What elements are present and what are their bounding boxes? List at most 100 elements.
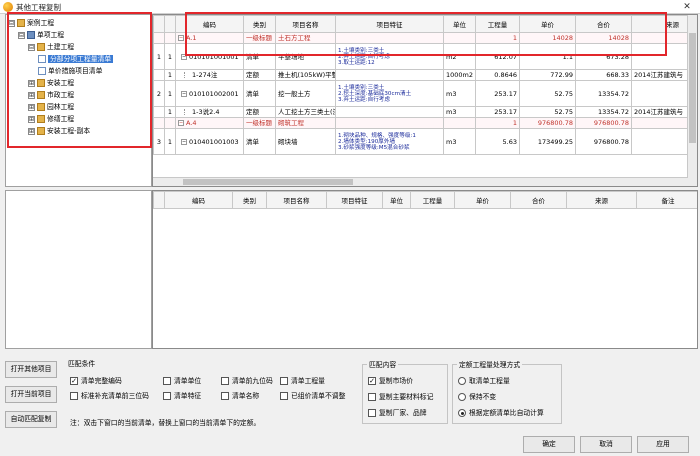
collapse-toggle-icon[interactable]: −: [181, 53, 187, 60]
cell-price[interactable]: 173499.25: [519, 128, 576, 155]
column-header[interactable]: 工程量: [410, 191, 455, 209]
cell-feat[interactable]: [335, 117, 444, 129]
tree-node[interactable]: ⊞ 安装工程: [28, 78, 74, 89]
upper-grid-hscroll[interactable]: [153, 177, 688, 186]
column-header[interactable]: 合价: [575, 15, 632, 33]
cell-unit[interactable]: [443, 32, 476, 44]
cell-code[interactable]: −010101002001: [175, 80, 244, 107]
cell-name[interactable]: 推土机(105kW)平整场: [275, 69, 336, 81]
checkbox-checked-icon[interactable]: ✓: [70, 377, 78, 385]
checkbox-option[interactable]: 清单特征: [163, 391, 201, 401]
cell-c1[interactable]: [164, 117, 176, 129]
cell-cat[interactable]: 清单: [243, 80, 276, 107]
expand-toggle-icon[interactable]: ⊞: [28, 127, 35, 135]
collapse-toggle-icon[interactable]: −: [178, 120, 184, 126]
checkbox-checked-icon[interactable]: ✓: [368, 377, 376, 385]
tree-node[interactable]: ⊞ 修缮工程: [28, 114, 74, 125]
cell-name[interactable]: 挖一般土方: [275, 80, 336, 107]
cell-cat[interactable]: 一级标题: [243, 32, 276, 44]
checkbox-option[interactable]: 复制厂家、品牌: [368, 408, 427, 418]
column-header[interactable]: 单价: [454, 191, 511, 209]
close-button[interactable]: ✕: [680, 0, 694, 14]
apply-button[interactable]: 应用: [637, 436, 689, 453]
cell-price[interactable]: 976800.78: [519, 117, 576, 129]
cell-c1[interactable]: [164, 32, 176, 44]
tree-node[interactable]: ⊞ 园林工程: [28, 102, 74, 113]
collapse-toggle-icon[interactable]: −: [181, 90, 187, 97]
checkbox-option[interactable]: 清单单位: [163, 376, 201, 386]
cell-code[interactable]: − A.1: [175, 32, 244, 44]
expand-toggle-icon[interactable]: ⊞: [28, 103, 35, 111]
cell-unit[interactable]: 1000m2: [443, 69, 476, 81]
checkbox-icon[interactable]: [163, 392, 171, 400]
column-header[interactable]: 编码: [164, 191, 233, 209]
collapse-toggle-icon[interactable]: −: [178, 35, 184, 41]
cell-qty[interactable]: 5.63: [475, 128, 520, 155]
checkbox-option[interactable]: 复制主要材料标记: [368, 392, 433, 402]
radio-icon[interactable]: [458, 409, 466, 417]
radio-option[interactable]: 根据定额清单比自动计算: [458, 408, 544, 418]
checkbox-option[interactable]: ✓ 清单完整编码: [70, 376, 122, 386]
cell-feat[interactable]: [335, 32, 444, 44]
cell-total[interactable]: 668.33: [575, 69, 632, 81]
cell-cat[interactable]: 一级标题: [243, 117, 276, 129]
column-header[interactable]: 类别: [243, 15, 276, 33]
cell-feat[interactable]: 1.土壤类别:三类土 2.挖土深度:基础底30cm清土 3.弃土运距:自行考虑: [335, 80, 444, 107]
cell-qty[interactable]: 0.8646: [475, 69, 520, 81]
upper-grid-hscroll-thumb[interactable]: [183, 179, 353, 185]
tree-node[interactable]: ⊟ 案例工程: [8, 18, 54, 29]
cell-name[interactable]: 砌块墙: [275, 128, 336, 155]
column-header[interactable]: 单位: [443, 15, 476, 33]
cell-name[interactable]: 砌筑工程: [275, 117, 336, 129]
cell-price[interactable]: 52.75: [519, 106, 576, 118]
cell-qty[interactable]: 253.17: [475, 106, 520, 118]
table-row[interactable]: 1 1-3说2.4 定额 人工挖土方三类土(深 m3 253.17 52.75 13354.7…: [153, 106, 697, 118]
cell-c0[interactable]: [153, 106, 165, 118]
radio-icon[interactable]: [458, 377, 466, 385]
cell-code[interactable]: − A.4: [175, 117, 244, 129]
cell-c0[interactable]: 1: [153, 43, 165, 70]
checkbox-option[interactable]: 清单名称: [221, 391, 259, 401]
table-row[interactable]: − A.4 一级标题 砌筑工程 1 976800.78 976800.78: [153, 117, 697, 129]
cell-price[interactable]: 772.99: [519, 69, 576, 81]
cell-unit[interactable]: m3: [443, 106, 476, 118]
checkbox-icon[interactable]: [163, 377, 171, 385]
column-header[interactable]: 工程量: [475, 15, 520, 33]
cell-total[interactable]: 976800.78: [575, 128, 632, 155]
checkbox-icon[interactable]: [368, 409, 376, 417]
cell-qty[interactable]: 1: [475, 117, 520, 129]
cell-c0[interactable]: [153, 117, 165, 129]
cell-feat[interactable]: 1.土壤类别:三类土 2.弃土运距:自行考虑 3.取土运距:12: [335, 43, 444, 70]
open-current-project-button[interactable]: 打开当前项目: [5, 386, 57, 403]
cell-unit[interactable]: m3: [443, 128, 476, 155]
expand-toggle-icon[interactable]: ⊞: [28, 115, 35, 123]
cell-unit[interactable]: m3: [443, 80, 476, 107]
column-header[interactable]: 项目名称: [266, 191, 327, 209]
upper-grid-vscroll[interactable]: [687, 15, 697, 186]
collapse-toggle-icon[interactable]: ⊟: [18, 31, 25, 39]
cell-c1[interactable]: 1: [164, 43, 176, 70]
open-other-project-button[interactable]: 打开其他项目: [5, 361, 57, 378]
radio-option[interactable]: 保持不变: [458, 392, 496, 402]
expand-toggle-icon[interactable]: ⊞: [28, 91, 35, 99]
cell-c0[interactable]: 3: [153, 128, 165, 155]
cell-cat[interactable]: 定额: [243, 69, 276, 81]
column-header[interactable]: 单价: [519, 15, 576, 33]
checkbox-option[interactable]: 清单工程量: [280, 376, 325, 386]
column-header[interactable]: [164, 15, 176, 33]
column-header[interactable]: 单位: [382, 191, 411, 209]
table-row[interactable]: 2 1−010101002001 清单 挖一般土方 1.土壤类别:三类土 2.挖土深度:…: [153, 80, 697, 107]
tree-line-icon[interactable]: [184, 109, 190, 115]
column-header[interactable]: 编码: [175, 15, 244, 33]
collapse-toggle-icon[interactable]: ⊟: [8, 19, 15, 27]
tree-node[interactable]: ⊞ 安装工程-副本: [28, 126, 90, 137]
table-row[interactable]: 1 1-274注 定额 推土机(105kW)平整场 1000m2 0.8646 772.99…: [153, 69, 697, 81]
column-header[interactable]: 来源: [566, 191, 637, 209]
tree-node[interactable]: 单价措施项目清单: [38, 66, 102, 77]
checkbox-icon[interactable]: [70, 392, 78, 400]
cancel-button[interactable]: 取消: [580, 436, 632, 453]
checkbox-option[interactable]: 清单前九位码: [221, 376, 273, 386]
cell-price[interactable]: 1.1: [519, 43, 576, 70]
cell-total[interactable]: 976800.78: [575, 117, 632, 129]
cell-feat[interactable]: [335, 69, 444, 81]
